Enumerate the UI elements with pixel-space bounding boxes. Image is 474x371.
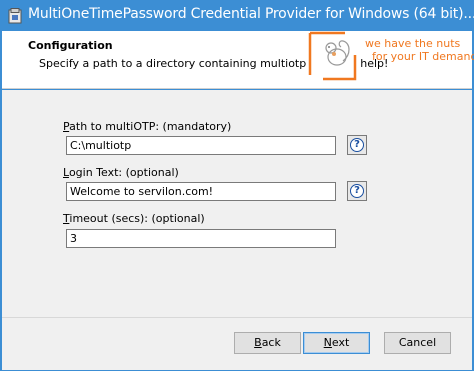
timeout-input[interactable]: 3 xyxy=(66,229,336,248)
company-logo xyxy=(307,31,359,88)
login-help-button[interactable]: ? xyxy=(347,181,367,201)
button-bar: Back Next Cancel xyxy=(2,317,472,370)
help-question-icon: ? xyxy=(350,138,364,152)
path-label: Path to multiOTP: (mandatory) xyxy=(63,120,232,133)
title-bar[interactable]: MultiOneTimePassword Credential Provider… xyxy=(1,1,474,31)
installer-window: MultiOneTimePassword Credential Provider… xyxy=(0,0,474,371)
slogan-line-2: for your IT demands xyxy=(372,50,474,63)
login-text-input[interactable]: Welcome to servilon.com! xyxy=(66,182,336,201)
slogan-line-1: we have the nuts xyxy=(365,37,461,50)
cancel-button[interactable]: Cancel xyxy=(384,332,451,354)
installer-app-icon xyxy=(8,8,22,24)
login-text-label: Login Text: (optional) xyxy=(63,166,179,179)
timeout-label: Timeout (secs): (optional) xyxy=(63,212,205,225)
back-button[interactable]: Back xyxy=(234,332,301,354)
help-question-icon: ? xyxy=(350,184,364,198)
page-title: Configuration xyxy=(28,39,113,52)
path-help-button[interactable]: ? xyxy=(347,135,367,155)
next-button[interactable]: Next xyxy=(303,332,370,354)
slogan-text: we have the nuts for your IT demands xyxy=(365,37,474,63)
window-title: MultiOneTimePassword Credential Provider… xyxy=(28,6,474,22)
path-input[interactable]: C:\multiotp xyxy=(66,136,336,155)
squirrel-logo-icon xyxy=(308,31,357,81)
config-form: Path to multiOTP: (mandatory) C:\multiot… xyxy=(2,90,472,317)
